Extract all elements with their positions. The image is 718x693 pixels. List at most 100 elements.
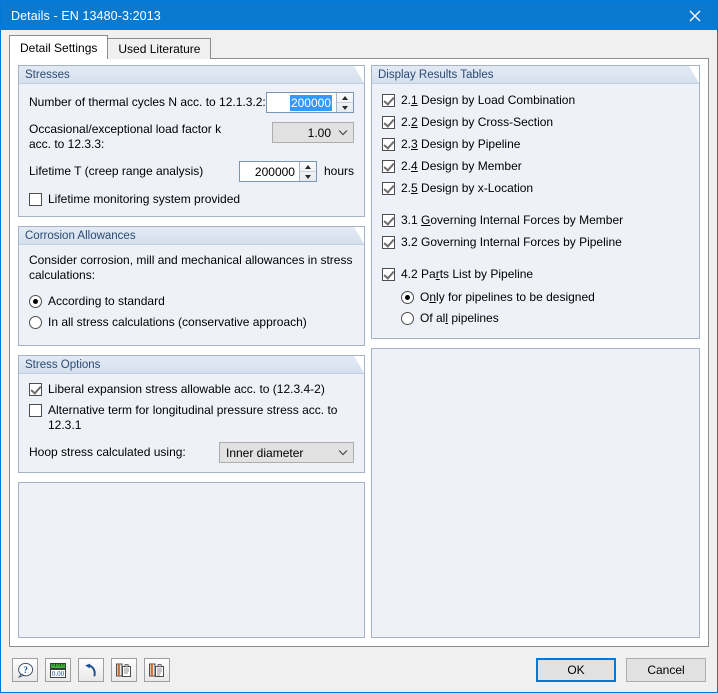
lifetime-monitoring-checkbox[interactable]: Lifetime monitoring system provided bbox=[29, 192, 354, 207]
hoop-stress-value: Inner diameter bbox=[226, 445, 304, 460]
checkbox-2-3-label: 2.3 Design by Pipeline bbox=[401, 137, 521, 151]
group-corrosion-body: Consider corrosion, mill and mechanical … bbox=[19, 245, 364, 345]
cancel-button[interactable]: Cancel bbox=[626, 658, 706, 682]
close-button[interactable] bbox=[672, 1, 717, 30]
radio-according-to-standard[interactable]: According to standard bbox=[29, 294, 354, 309]
group-corrosion-header: Corrosion Allowances bbox=[19, 227, 364, 245]
copy-button[interactable] bbox=[111, 658, 137, 682]
checkbox-box-icon bbox=[29, 404, 42, 417]
radio-box-icon bbox=[401, 312, 414, 325]
checkbox-alternative-term-label: Alternative term for longitudinal pressu… bbox=[48, 403, 338, 432]
checkbox-3-2-label: 3.2 Governing Internal Forces by Pipelin… bbox=[401, 235, 622, 249]
details-dialog: Details - EN 13480-3:2013 Detail Setting… bbox=[0, 0, 718, 693]
tab-used-literature[interactable]: Used Literature bbox=[107, 38, 212, 59]
checkbox-2-3-design-by-pipeline[interactable]: 2.3 Design by Pipeline bbox=[382, 137, 689, 152]
load-factor-label-line1: Occasional/exceptional load factor k bbox=[29, 122, 222, 136]
checkbox-2-1-design-by-load-combination[interactable]: 2.1 Design by Load Combination bbox=[382, 93, 689, 108]
units-icon: 0.00 bbox=[50, 662, 66, 678]
group-results-title: Display Results Tables bbox=[378, 68, 494, 81]
client-area: Detail Settings Used Literature Stresses bbox=[1, 30, 717, 692]
lifetime-spinner[interactable]: 200000 bbox=[238, 161, 317, 182]
checkbox-liberal-expansion[interactable]: Liberal expansion stress allowable acc. … bbox=[29, 382, 354, 397]
load-factor-label-line2: acc. to 12.3.3: bbox=[29, 137, 105, 151]
thermal-cycles-spin-down[interactable] bbox=[337, 102, 353, 112]
tab-used-literature-label: Used Literature bbox=[118, 42, 201, 56]
checkbox-2-4-design-by-member[interactable]: 2.4 Design by Member bbox=[382, 159, 689, 174]
radio-of-all-pipelines[interactable]: Of all pipelines bbox=[401, 311, 689, 326]
tab-detail-settings[interactable]: Detail Settings bbox=[9, 35, 109, 59]
right-column: Display Results Tables 2.1 Design by Loa… bbox=[371, 65, 700, 638]
ok-button[interactable]: OK bbox=[536, 658, 616, 682]
checkbox-3-2-governing-forces-by-pipeline[interactable]: 3.2 Governing Internal Forces by Pipelin… bbox=[382, 235, 689, 250]
checkbox-box-icon bbox=[382, 94, 395, 107]
reset-button[interactable] bbox=[78, 658, 104, 682]
row-hoop-stress: Hoop stress calculated using: Inner diam… bbox=[29, 442, 354, 463]
checkbox-2-1-label: 2.1 Design by Load Combination bbox=[401, 93, 576, 107]
radio-only-pipelines-to-be-designed[interactable]: Only for pipelines to be designed bbox=[401, 290, 689, 305]
left-blank-panel bbox=[18, 482, 365, 638]
radio-box-icon bbox=[401, 291, 414, 304]
checkbox-box-icon bbox=[382, 160, 395, 173]
corrosion-description: Consider corrosion, mill and mechanical … bbox=[29, 253, 354, 283]
radio-according-to-standard-label: According to standard bbox=[48, 294, 165, 308]
radio-box-icon bbox=[29, 295, 42, 308]
content-columns: Stresses Number of thermal cycles N acc.… bbox=[10, 59, 708, 646]
radio-all-stress-calculations-label: In all stress calculations (conservative… bbox=[48, 315, 307, 329]
group-stress-options-body: Liberal expansion stress allowable acc. … bbox=[19, 374, 364, 472]
lifetime-spin-down[interactable] bbox=[299, 171, 316, 181]
row-thermal-cycles: Number of thermal cycles N acc. to 12.1.… bbox=[29, 92, 354, 113]
corrosion-description-line2: calculations: bbox=[29, 268, 96, 282]
svg-text:?: ? bbox=[23, 665, 28, 675]
checkbox-box-icon bbox=[382, 268, 395, 281]
row-lifetime: Lifetime T (creep range analysis) 200000 bbox=[29, 161, 354, 182]
checkbox-box-icon bbox=[382, 138, 395, 151]
paste-button[interactable] bbox=[144, 658, 170, 682]
checkbox-2-5-design-by-x-location[interactable]: 2.5 Design by x-Location bbox=[382, 181, 689, 196]
load-factor-combo[interactable]: 1.00 bbox=[272, 122, 354, 143]
checkbox-3-1-governing-forces-by-member[interactable]: 3.1 Governing Internal Forces by Member bbox=[382, 213, 689, 228]
group-stress-options: Stress Options Liberal expansion stress … bbox=[18, 355, 365, 473]
tab-page: Stresses Number of thermal cycles N acc.… bbox=[9, 58, 709, 647]
group-stress-options-title: Stress Options bbox=[25, 358, 101, 371]
lifetime-spin-up[interactable] bbox=[300, 162, 316, 171]
checkbox-4-2-label: 4.2 Parts List by Pipeline bbox=[401, 267, 534, 281]
dialog-buttons: OK Cancel bbox=[536, 658, 706, 682]
thermal-cycles-input[interactable]: 200000 bbox=[267, 93, 336, 112]
close-icon bbox=[689, 10, 700, 21]
checkbox-2-2-design-by-cross-section[interactable]: 2.2 Design by Cross-Section bbox=[382, 115, 689, 130]
group-stresses-title: Stresses bbox=[25, 68, 70, 81]
checkbox-4-2-parts-list-by-pipeline[interactable]: 4.2 Parts List by Pipeline bbox=[382, 267, 689, 282]
group-corrosion-allowances: Corrosion Allowances Consider corrosion,… bbox=[18, 226, 365, 346]
left-column: Stresses Number of thermal cycles N acc.… bbox=[18, 65, 365, 638]
checkbox-alternative-term[interactable]: Alternative term for longitudinal pressu… bbox=[29, 403, 354, 433]
chevron-down-icon bbox=[337, 127, 349, 139]
right-blank-panel bbox=[371, 348, 700, 638]
thermal-cycles-value: 200000 bbox=[289, 94, 332, 111]
group-stresses: Stresses Number of thermal cycles N acc.… bbox=[18, 65, 365, 217]
lifetime-unit: hours bbox=[323, 164, 354, 178]
thermal-cycles-spin-buttons[interactable] bbox=[336, 93, 353, 112]
group-stress-options-header: Stress Options bbox=[19, 356, 364, 374]
thermal-cycles-spinner[interactable]: 200000 bbox=[266, 92, 354, 113]
tool-buttons: ? 0.00 bbox=[12, 658, 170, 682]
checkbox-box-icon bbox=[382, 236, 395, 249]
radio-all-stress-calculations[interactable]: In all stress calculations (conservative… bbox=[29, 315, 354, 330]
row-load-factor: Occasional/exceptional load factor k acc… bbox=[29, 122, 354, 152]
thermal-cycles-spin-up[interactable] bbox=[337, 93, 353, 102]
lifetime-spin-buttons[interactable] bbox=[298, 162, 316, 181]
group-stresses-body: Number of thermal cycles N acc. to 12.1.… bbox=[19, 84, 364, 216]
checkbox-2-4-label: 2.4 Design by Member bbox=[401, 159, 522, 173]
caret-up-icon bbox=[342, 95, 348, 100]
checkbox-2-5-label: 2.5 Design by x-Location bbox=[401, 181, 534, 195]
svg-text:0.00: 0.00 bbox=[52, 669, 65, 677]
group-results-body: 2.1 Design by Load Combination 2.2 Desig… bbox=[372, 84, 699, 338]
lifetime-value: 200000 bbox=[254, 164, 295, 179]
help-button[interactable]: ? bbox=[12, 658, 38, 682]
title-bar: Details - EN 13480-3:2013 bbox=[1, 1, 717, 30]
caret-up-icon bbox=[304, 164, 311, 169]
units-button[interactable]: 0.00 bbox=[45, 658, 71, 682]
lifetime-input[interactable]: 200000 bbox=[240, 162, 299, 181]
checkbox-2-2-label: 2.2 Design by Cross-Section bbox=[401, 115, 554, 129]
hoop-stress-combo[interactable]: Inner diameter bbox=[219, 442, 354, 463]
lifetime-label: Lifetime T (creep range analysis) bbox=[29, 164, 204, 178]
